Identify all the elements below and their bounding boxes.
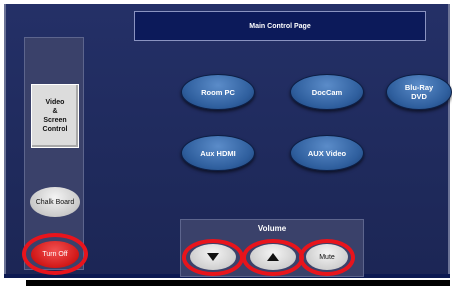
mute-button[interactable]: Mute bbox=[306, 244, 348, 270]
sidebar-panel bbox=[24, 37, 84, 270]
bluray-dvd-button[interactable]: Blu-Ray DVD bbox=[386, 74, 452, 110]
aux-video-button[interactable]: AUX Video bbox=[290, 135, 364, 171]
video-screen-control-button[interactable]: Video & Screen Control bbox=[31, 84, 79, 148]
chalk-board-button[interactable]: Chalk Board bbox=[30, 187, 80, 217]
volume-down-button[interactable] bbox=[190, 244, 236, 270]
room-pc-button[interactable]: Room PC bbox=[181, 74, 255, 110]
page-title: Main Control Page bbox=[134, 11, 426, 41]
aux-hdmi-button[interactable]: Aux HDMI bbox=[181, 135, 255, 171]
volume-up-button[interactable] bbox=[250, 244, 296, 270]
volume-label: Volume bbox=[257, 224, 287, 233]
doccam-button[interactable]: DocCam bbox=[290, 74, 364, 110]
down-triangle-icon bbox=[207, 253, 219, 261]
up-triangle-icon bbox=[267, 253, 279, 261]
panel-shadow-bar bbox=[26, 280, 450, 286]
turn-off-button[interactable]: Turn Off bbox=[31, 241, 79, 268]
